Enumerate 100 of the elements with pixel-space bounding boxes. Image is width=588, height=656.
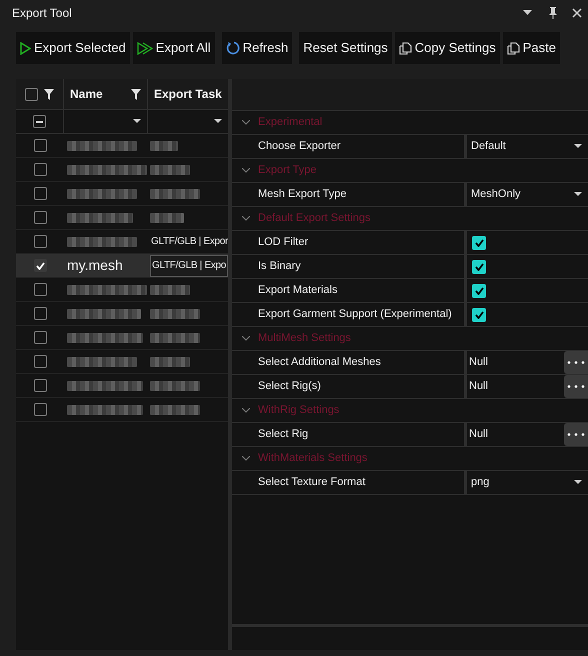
dropdown[interactable]: png [467,470,588,494]
chevron-icon[interactable] [242,216,250,221]
section-title: MultiMesh Settings [258,331,351,346]
column-header[interactable]: Export Task [154,85,222,103]
window-title: Export Tool [12,5,73,22]
chevron-icon[interactable] [242,336,250,341]
checkbox[interactable] [472,260,486,274]
checkbox[interactable] [34,403,46,416]
checkbox[interactable] [34,211,46,224]
chevron-icon[interactable] [242,120,250,125]
blurred-text [150,212,184,222]
chevron-icon[interactable] [242,456,250,461]
property-label: Select Rig [258,427,308,442]
browse-button[interactable] [564,351,588,374]
check-icon [474,286,484,294]
blurred-text [67,236,137,246]
copy-icon [398,42,412,54]
blurred-text [150,140,178,150]
play-icon [20,42,31,54]
property-label: Choose Exporter [258,139,341,154]
check-icon [474,310,484,318]
section-title: Experimental [258,115,322,130]
blurred-text [150,308,200,318]
check-icon [474,238,484,246]
property-label: Export Materials [258,283,338,298]
field-value: Null [468,427,489,442]
blurred-text [150,356,190,366]
close-icon[interactable] [572,8,582,18]
section-title: Export Type [258,163,316,178]
toolbar-button[interactable]: Paste [502,32,560,64]
dropdown-icon[interactable] [133,119,141,124]
blurred-text [150,164,190,174]
dropdown[interactable]: MeshOnly [467,182,588,206]
chevron-icon[interactable] [242,168,250,173]
column-header[interactable]: Name [70,85,127,103]
dropdown[interactable]: Default [467,134,588,158]
checkbox[interactable] [34,355,46,368]
checkbox[interactable] [34,187,46,200]
blurred-text [67,140,137,150]
section-title: WithMaterials Settings [258,451,368,466]
browse-button[interactable] [564,423,588,446]
table-cell: GLTF/GLB | Expo [150,254,228,276]
property-label: Select Rig(s) [258,379,321,394]
dropdown-icon[interactable] [214,119,222,124]
caret-icon [574,192,582,197]
blurred-text [150,332,200,342]
ellipsis-icon [567,433,585,436]
checkbox[interactable] [25,88,38,100]
filter-icon[interactable] [131,88,141,100]
checkbox[interactable] [472,284,486,298]
blurred-text [67,356,137,366]
blurred-text [150,188,200,198]
property-label: Export Garment Support (Experimental) [258,307,452,322]
blurred-text [150,404,200,414]
checkbox[interactable] [34,379,46,392]
double-play-icon [136,42,153,54]
caret-icon [574,480,582,485]
table-cell-text: my.mesh [67,256,123,275]
blurred-text [67,212,133,222]
toolbar-button[interactable]: Export All [132,32,215,64]
checkbox[interactable] [34,139,46,152]
pin-icon[interactable] [548,7,558,19]
property-label: Select Texture Format [258,475,366,490]
checkbox[interactable] [472,236,486,250]
checkbox[interactable] [33,115,46,128]
checkbox[interactable] [34,307,46,320]
property-label: Select Additional Meshes [258,355,381,370]
minus-icon [36,120,43,122]
toolbar-button[interactable]: Reset Settings [299,32,392,64]
section-title: Default Export Settings [258,211,371,226]
caret-icon [574,144,582,149]
toolbar-button[interactable]: Export Selected [16,32,130,64]
field-value: Null [468,355,489,370]
copy-icon [506,42,520,54]
checkbox[interactable] [34,163,46,176]
check-icon [36,262,44,270]
chevron-icon[interactable] [242,408,250,413]
ellipsis-icon [567,361,585,364]
blurred-text [150,380,200,390]
checkbox[interactable] [34,235,46,248]
toolbar-button[interactable]: Copy Settings [394,32,500,64]
checkbox[interactable] [34,259,46,272]
property-label: Is Binary [258,259,301,274]
checkbox[interactable] [472,308,486,322]
browse-button[interactable] [564,375,588,398]
check-icon [474,262,484,270]
table-cell-text: GLTF/GLB | Expor [150,235,228,249]
filter-icon[interactable] [44,88,54,100]
property-label: LOD Filter [258,235,308,250]
refresh-icon [226,41,240,55]
checkbox[interactable] [34,283,46,296]
blurred-text [150,284,190,294]
checkbox[interactable] [34,331,46,344]
field-value: Null [468,379,489,394]
blurred-text [67,188,137,198]
toolbar-button[interactable]: Refresh [222,32,292,64]
ellipsis-icon [567,385,585,388]
dropdown-icon[interactable] [523,10,532,16]
property-label: Mesh Export Type [258,187,346,202]
section-title: WithRig Settings [258,403,340,418]
